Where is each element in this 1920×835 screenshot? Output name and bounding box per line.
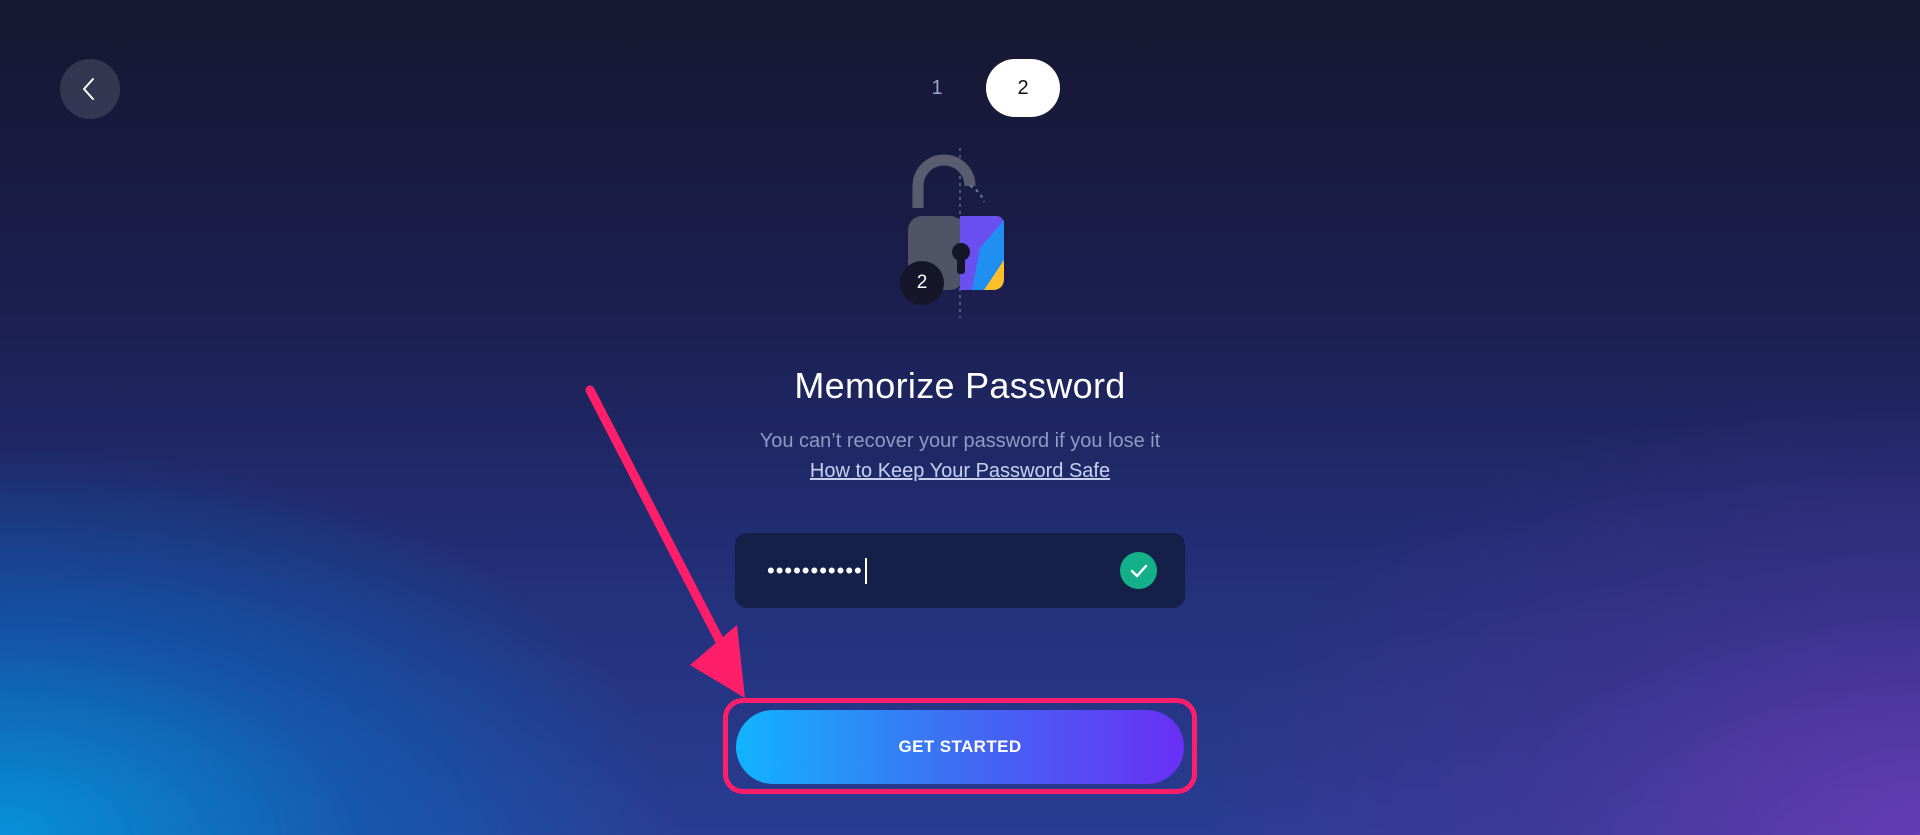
step-2: 2	[986, 59, 1060, 117]
password-field[interactable]: •••••••••••	[735, 533, 1185, 608]
step-badge: 2	[916, 272, 928, 293]
get-started-button[interactable]: GET STARTED	[736, 710, 1184, 784]
step-indicator: 1 2	[900, 59, 1060, 117]
password-input[interactable]: •••••••••••	[767, 557, 1120, 584]
step-1[interactable]: 1	[900, 59, 974, 117]
check-icon	[1120, 552, 1157, 589]
password-safety-link[interactable]: How to Keep Your Password Safe	[0, 460, 1920, 483]
text-caret	[864, 557, 867, 584]
page-title: Memorize Password	[794, 365, 1126, 406]
chevron-left-icon	[83, 78, 94, 100]
password-value: •••••••••••	[767, 557, 863, 583]
back-button[interactable]	[60, 59, 120, 119]
subtitle: You can’t recover your password if you l…	[759, 430, 1161, 452]
